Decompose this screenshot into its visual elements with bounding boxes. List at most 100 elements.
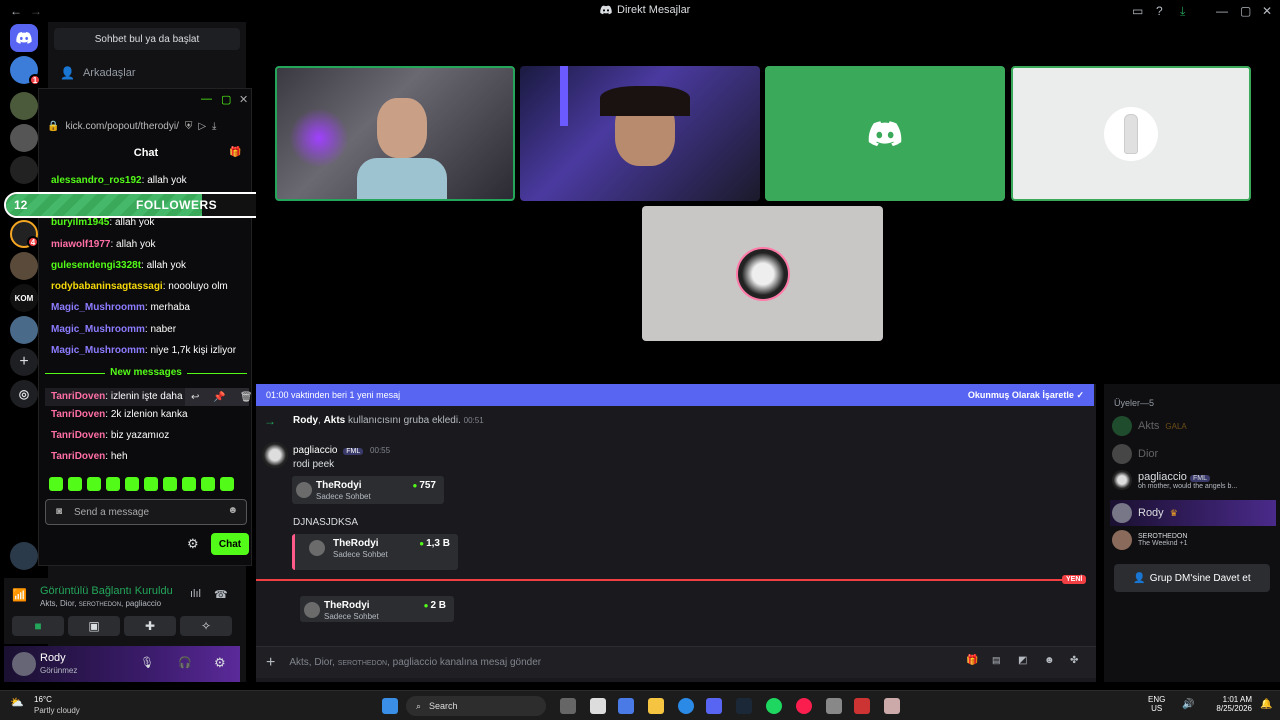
clock[interactable]: 1:01 AM 8/25/2026 <box>1214 695 1252 713</box>
mark-as-read-button[interactable]: Okunmuş Olarak İşaretle ✓ <box>968 390 1084 401</box>
gear-icon[interactable]: ⚙ <box>187 536 199 552</box>
opera-icon[interactable] <box>796 698 812 714</box>
stream-embed[interactable]: TheRodyiSadece Sohbet757 <box>292 476 444 504</box>
weather-temp[interactable]: 16°C <box>34 695 52 704</box>
stream-embed[interactable]: TheRodyiSadece Sohbet2 B <box>300 596 454 622</box>
file-explorer-icon[interactable] <box>648 698 664 714</box>
avatar-tile-focused[interactable] <box>642 206 883 341</box>
gift-icon[interactable]: 🎁 <box>966 655 978 666</box>
server-icon-1[interactable]: 1 <box>10 56 41 86</box>
emote-icon[interactable] <box>68 477 82 491</box>
emote-icon[interactable] <box>49 477 63 491</box>
find-conversation-button[interactable]: Sohbet bul ya da başlat <box>54 28 240 50</box>
microphone-icon[interactable]: 🎙 <box>140 656 154 669</box>
screen-share-button[interactable]: ▣ <box>68 616 120 636</box>
member-item[interactable]: Rody ♛ <box>1110 500 1276 526</box>
chat-send-button[interactable]: Chat <box>211 533 249 555</box>
language-indicator[interactable]: ENG US <box>1148 695 1165 713</box>
add-server-icon[interactable]: + <box>10 348 38 376</box>
close-icon[interactable]: ✕ <box>239 93 248 106</box>
spotify-icon[interactable] <box>766 698 782 714</box>
member-item[interactable]: SEROTHEDON The Weeknd +1 <box>1112 530 1188 550</box>
server-icon-5[interactable]: 4 <box>10 220 39 248</box>
emote-icon[interactable] <box>106 477 120 491</box>
minimize-icon[interactable]: — <box>201 93 212 105</box>
stream-embed[interactable]: TheRodyiSadece Sohbet1,3 B <box>292 534 458 570</box>
home-discord-button[interactable] <box>10 24 38 52</box>
maximize-icon[interactable]: ▢ <box>221 93 231 106</box>
minimize-icon[interactable]: — <box>1216 4 1228 18</box>
member-item[interactable]: Dior <box>1112 444 1158 464</box>
emote-icon[interactable] <box>163 477 177 491</box>
forward-arrow-icon[interactable]: → <box>30 4 42 18</box>
pin-icon[interactable]: 📌 <box>213 392 225 403</box>
emoji-icon[interactable]: ☻ <box>227 505 238 516</box>
author-avatar[interactable] <box>262 442 288 468</box>
discover-compass-icon[interactable]: ◎ <box>10 380 38 408</box>
sticker-icon[interactable]: ◩ <box>1018 655 1027 666</box>
emoji-icon[interactable]: ☻ <box>1044 655 1055 666</box>
chat-message[interactable]: TanriDoven: izlenin işte daha ↩ 📌 🗑 <box>45 388 253 406</box>
disconnect-icon[interactable]: ☎ <box>214 588 228 601</box>
member-item[interactable]: Akts GALA <box>1112 416 1187 436</box>
app-icon[interactable] <box>590 698 606 714</box>
invite-to-group-button[interactable]: 👤 Grup DM'sine Davet et <box>1114 564 1270 592</box>
voice-status-text[interactable]: Görüntülü Bağlantı Kuruldu <box>40 585 173 597</box>
webcam-tile-1[interactable] <box>275 66 515 201</box>
inbox-icon[interactable]: ▭ <box>1132 4 1143 18</box>
headphones-icon[interactable]: 🎧 <box>178 656 192 669</box>
close-icon[interactable]: ✕ <box>1262 4 1272 18</box>
app-icon[interactable] <box>854 698 870 714</box>
windows-start-icon[interactable] <box>382 698 398 714</box>
author-name[interactable]: pagliaccio <box>293 445 337 456</box>
gear-icon[interactable]: ⚙ <box>214 655 226 671</box>
emote-icon[interactable] <box>125 477 139 491</box>
discord-avatar-tile[interactable] <box>765 66 1005 201</box>
gift-icon[interactable]: 🎁 <box>229 147 241 158</box>
member-item[interactable]: pagliaccio FML oh mother, would the angel… <box>1112 470 1237 490</box>
server-icon-2[interactable] <box>10 92 38 120</box>
server-icon-kom[interactable]: KOM <box>10 284 38 312</box>
task-view-icon[interactable] <box>560 698 576 714</box>
emote-icon[interactable] <box>182 477 196 491</box>
taskbar-search[interactable]: ⌕ Search <box>406 696 546 716</box>
reply-icon[interactable]: ↩ <box>191 392 199 403</box>
message-composer[interactable]: + Akts, Dior, SEROTHEDON, pagliaccio kan… <box>256 646 1096 678</box>
emote-icon[interactable] <box>144 477 158 491</box>
server-icon-3[interactable] <box>10 124 38 152</box>
new-messages-banner[interactable]: 01:00 vaktinden beri 1 yeni mesaj Okunmu… <box>256 384 1094 406</box>
download-icon[interactable]: ⤓ <box>1180 4 1185 19</box>
discord-taskbar-icon[interactable] <box>706 698 722 714</box>
address-bar[interactable]: 🔒 kick.com/popout/therodyi/ ⛨ ▷ ⤓ <box>47 117 247 135</box>
soundboard-button[interactable]: ✧ <box>180 616 232 636</box>
avatar-tile-bottle[interactable] <box>1011 66 1251 201</box>
gif-icon[interactable]: ▤ <box>992 655 1001 666</box>
apps-icon[interactable]: ✤ <box>1070 655 1078 666</box>
copilot-icon[interactable] <box>618 698 634 714</box>
server-icon-7[interactable] <box>10 316 38 344</box>
noise-suppression-icon[interactable]: ılıl <box>190 588 201 600</box>
server-icon-4[interactable] <box>10 156 38 184</box>
app-icon[interactable] <box>884 698 900 714</box>
steam-icon[interactable] <box>736 698 752 714</box>
help-icon[interactable]: ? <box>1156 4 1163 18</box>
friends-nav-item[interactable]: 👤 Arkadaşlar <box>60 66 136 80</box>
maximize-icon[interactable]: ▢ <box>1240 4 1251 18</box>
send-message-input[interactable]: ◙ Send a message ☻ <box>45 499 247 525</box>
notifications-icon[interactable]: 🔔 <box>1260 699 1272 710</box>
avatar[interactable] <box>12 652 36 676</box>
trash-icon[interactable]: 🗑 <box>240 392 253 403</box>
app-icon[interactable] <box>826 698 842 714</box>
back-arrow-icon[interactable]: ← <box>10 4 22 18</box>
camera-button[interactable]: ■ <box>12 616 64 636</box>
emote-icon[interactable] <box>201 477 215 491</box>
plus-icon[interactable]: + <box>266 654 275 672</box>
webcam-tile-2[interactable] <box>520 66 760 201</box>
emote-icon[interactable] <box>220 477 234 491</box>
server-icon-6[interactable] <box>10 252 38 280</box>
edge-icon[interactable] <box>678 698 694 714</box>
emote-icon[interactable] <box>87 477 101 491</box>
volume-icon[interactable]: 🔊 <box>1182 699 1194 710</box>
activities-button[interactable]: ✚ <box>124 616 176 636</box>
server-icon-8[interactable] <box>10 542 38 570</box>
